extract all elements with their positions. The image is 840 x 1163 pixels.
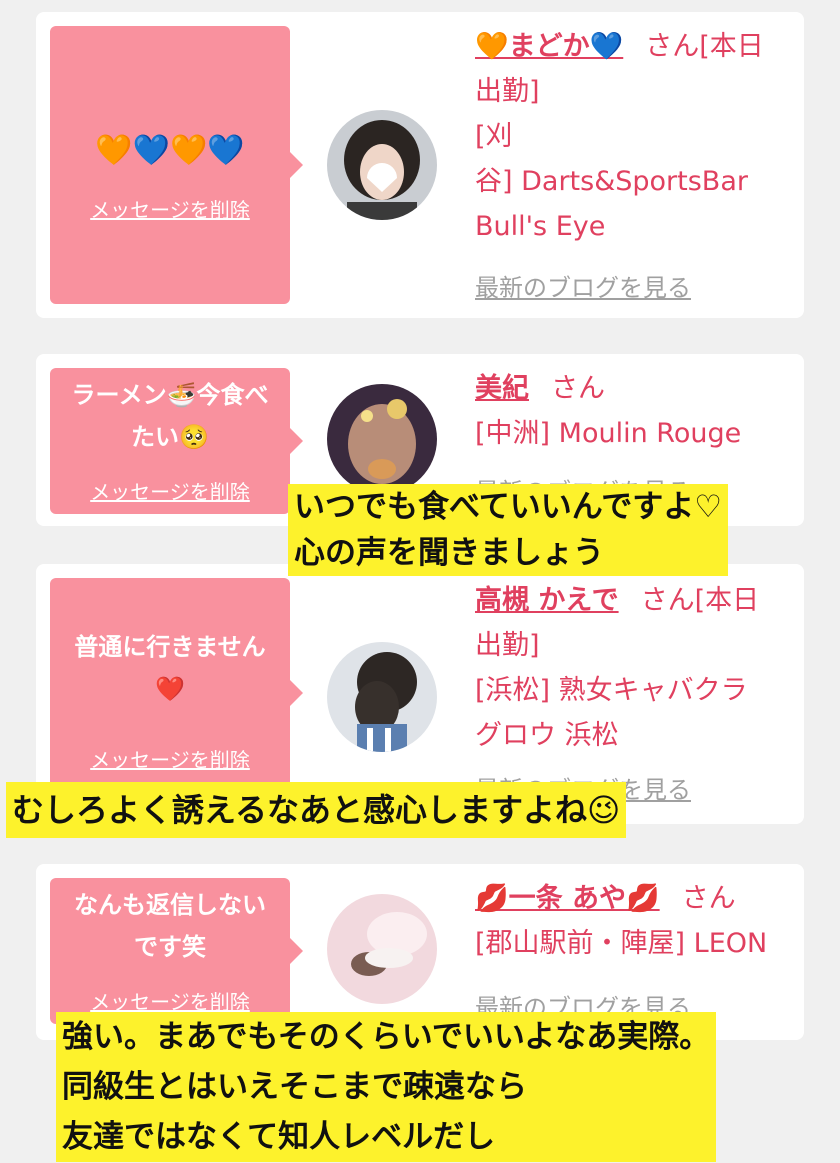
area-text: [浜松] 熟女キャバクラ [475, 675, 748, 706]
caption-2: むしろよく誘えるなあと感心しますよね😉 [6, 782, 627, 838]
message-bubble: 普通に行きません ❤️ メッセージを削除 [50, 578, 303, 808]
avatar-photo [327, 384, 437, 494]
avatar[interactable] [327, 894, 437, 1004]
message-text: 普通に行きません ❤️ [56, 626, 284, 710]
delete-message-link[interactable]: メッセージを削除 [50, 194, 290, 223]
caption-2-line-1: むしろよく誘えるなあと感心しますよね😉 [12, 791, 621, 829]
shop-text: グロウ 浜松 [475, 720, 619, 751]
message-line-2: です笑 [134, 933, 206, 961]
san-suffix: さん [681, 883, 736, 914]
san-suffix: さん[本日 [640, 585, 760, 616]
avatar-photo [327, 110, 437, 220]
avatar[interactable] [327, 384, 437, 494]
message-bubble: ラーメン🍜今食べ たい🥺 メッセージを削除 [50, 368, 303, 514]
shop-text: 谷] Darts&SportsBar [475, 166, 748, 197]
caption-1-line-1: いつでも食べていいんですよ♡ [294, 489, 722, 525]
cast-info: 高槻 かえで さん[本日 出勤] [浜松] 熟女キャバクラ グロウ 浜松 [475, 578, 794, 758]
avatar-photo [327, 894, 437, 1004]
caption-1: いつでも食べていいんですよ♡ 心の声を聞きましょう [288, 484, 728, 576]
cast-name-link[interactable]: 💋一条 あや💋 [475, 883, 660, 914]
message-text: なんも返信しない です笑 [56, 884, 284, 968]
message-line-1: なんも返信しない [74, 891, 266, 919]
message-bubble: なんも返信しない です笑 メッセージを削除 [50, 878, 303, 1024]
caption-3-line-1: 強い。まあでもそのくらいでいいよなあ実際。 [62, 1019, 711, 1055]
cast-name-link[interactable]: 高槻 かえで [475, 585, 619, 616]
caption-3: 強い。まあでもそのくらいでいいよなあ実際。 同級生とはいえそこまで疎遠なら 友達… [56, 1012, 717, 1162]
message-line-2: ❤️ [155, 675, 185, 703]
cast-info: 🧡まどか💙 さん[本日 出勤] [刈 谷] Darts&SportsBar Bul… [475, 24, 794, 249]
area-text: [中洲] Moulin Rouge [475, 418, 742, 449]
message-text: ラーメン🍜今食べ たい🥺 [56, 374, 284, 458]
delete-message-link[interactable]: メッセージを削除 [50, 744, 290, 773]
area-text: [郡山駅前・陣屋] LEON [475, 928, 768, 959]
status-text: 出勤] [475, 76, 540, 107]
caption-3-line-2: 同級生とはいえそこまで疎遠なら [62, 1069, 527, 1105]
avatar[interactable] [327, 642, 437, 752]
cast-name-link[interactable]: 🧡まどか💙 [475, 31, 623, 62]
message-bubble: 🧡💙🧡💙 メッセージを削除 [50, 26, 303, 304]
status-text: 出勤] [475, 630, 540, 661]
message-card: 🧡💙🧡💙 メッセージを削除 🧡まどか💙 さん[本日 出勤] [刈 谷] Darts… [36, 12, 804, 318]
cast-info: 美紀 さん [中洲] Moulin Rouge [475, 366, 794, 456]
san-suffix: さん [551, 373, 605, 404]
message-line-1: 普通に行きません [74, 633, 266, 661]
caption-1-line-2: 心の声を聞きましょう [294, 535, 604, 571]
caption-3-line-3: 友達ではなくて知人レベルだし [62, 1119, 496, 1155]
cast-info: 💋一条 あや💋 さん [郡山駅前・陣屋] LEON [475, 876, 794, 966]
message-line-2: たい🥺 [131, 423, 209, 451]
cast-name-link[interactable]: 美紀 [475, 373, 529, 404]
avatar-photo [327, 642, 437, 752]
message-line-1: ラーメン🍜今食べ [71, 381, 269, 409]
message-text: 🧡💙🧡💙 [95, 133, 245, 168]
area-text: [刈 [475, 121, 513, 152]
shop-text-2: Bull's Eye [475, 211, 606, 242]
delete-message-link[interactable]: メッセージを削除 [50, 986, 290, 1015]
delete-message-link[interactable]: メッセージを削除 [50, 476, 290, 505]
san-suffix: さん[本日 [645, 31, 764, 62]
view-blog-link[interactable]: 最新のブログを見る [475, 268, 691, 303]
avatar[interactable] [327, 110, 437, 220]
